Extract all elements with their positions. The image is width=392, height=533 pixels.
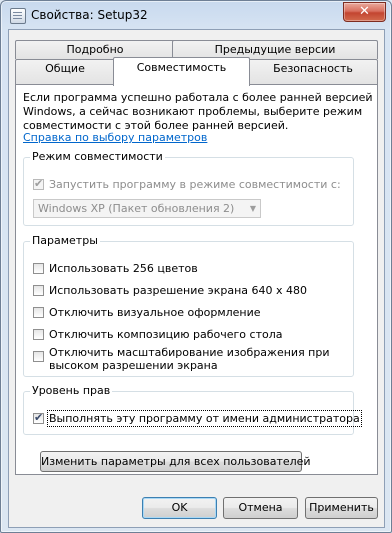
privilege-level-group-label: Уровень прав xyxy=(30,384,113,398)
tab-label: Подробно xyxy=(66,43,124,56)
compatibility-mode-label: Запустить программу в режиме совместимос… xyxy=(49,178,341,191)
close-button[interactable]: ✕ xyxy=(343,2,386,22)
parameters-group-label: Параметры xyxy=(30,234,100,248)
tab-label: Предыдущие версии xyxy=(214,43,336,56)
use-256-colors-label: Использовать 256 цветов xyxy=(49,262,198,275)
disable-desktop-composition-checkbox[interactable] xyxy=(33,329,44,340)
tab-label: Совместимость xyxy=(136,61,227,74)
tab-security[interactable]: Безопасность xyxy=(248,59,378,85)
disable-dpi-scaling-label-line2: высоком разрешении экрана xyxy=(49,359,218,372)
title-bar[interactable]: Свойства: Setup32 ✕ xyxy=(1,1,391,29)
change-settings-all-users-button[interactable]: Изменить параметры для всех пользователе… xyxy=(40,451,311,472)
tab-label: Общие xyxy=(45,62,85,75)
dialog-client-area: Подробно Предыдущие версии Общие Совмест… xyxy=(8,29,385,528)
compatibility-mode-group: Режим совместимости Запустить программу … xyxy=(23,150,354,226)
disable-visual-themes-checkbox[interactable] xyxy=(33,307,44,318)
disable-dpi-scaling-label-line1: Отключить масштабирование изображения пр… xyxy=(49,346,330,359)
use-640x480-checkbox[interactable] xyxy=(33,285,44,296)
app-icon xyxy=(10,8,26,24)
window-title: Свойства: Setup32 xyxy=(31,8,148,22)
properties-window: Свойства: Setup32 ✕ Подробно Предыдущие … xyxy=(0,0,392,533)
compatibility-mode-checkbox[interactable] xyxy=(33,177,44,190)
chevron-down-icon: ▼ xyxy=(249,204,256,213)
cancel-button[interactable]: Отмена xyxy=(223,497,298,519)
use-640x480-label: Использовать разрешение экрана 640 x 480 xyxy=(49,284,307,297)
ok-button[interactable]: OK xyxy=(142,497,217,519)
compatibility-panel: Если программа успешно работала с более … xyxy=(15,84,378,475)
apply-button[interactable]: Применить xyxy=(305,497,378,519)
disable-desktop-composition-label: Отключить композицию рабочего стола xyxy=(49,328,283,341)
parameters-group: Параметры Использовать 256 цветов Исполь… xyxy=(23,234,354,377)
use-256-colors-checkbox[interactable] xyxy=(33,263,44,274)
close-icon: ✕ xyxy=(359,4,370,19)
tab-compatibility[interactable]: Совместимость xyxy=(113,57,250,86)
disable-visual-themes-label: Отключить визуальное оформление xyxy=(49,306,261,319)
disable-dpi-scaling-checkbox[interactable] xyxy=(33,351,44,362)
tab-general[interactable]: Общие xyxy=(15,59,115,85)
os-version-select[interactable]: Windows XP (Пакет обновления 2) ▼ xyxy=(33,199,261,218)
run-as-admin-label: Выполнять эту программу от имени админис… xyxy=(47,410,362,427)
privilege-level-group: Уровень прав Выполнять эту программу от … xyxy=(23,384,362,435)
intro-text: Если программа успешно работала с более … xyxy=(23,91,373,132)
help-link[interactable]: Справка по выбору параметров xyxy=(23,131,207,144)
compatibility-mode-group-label: Режим совместимости xyxy=(30,150,165,164)
os-version-value: Windows XP (Пакет обновления 2) xyxy=(38,202,235,215)
tab-label: Безопасность xyxy=(273,62,353,75)
run-as-admin-checkbox[interactable] xyxy=(33,411,44,424)
